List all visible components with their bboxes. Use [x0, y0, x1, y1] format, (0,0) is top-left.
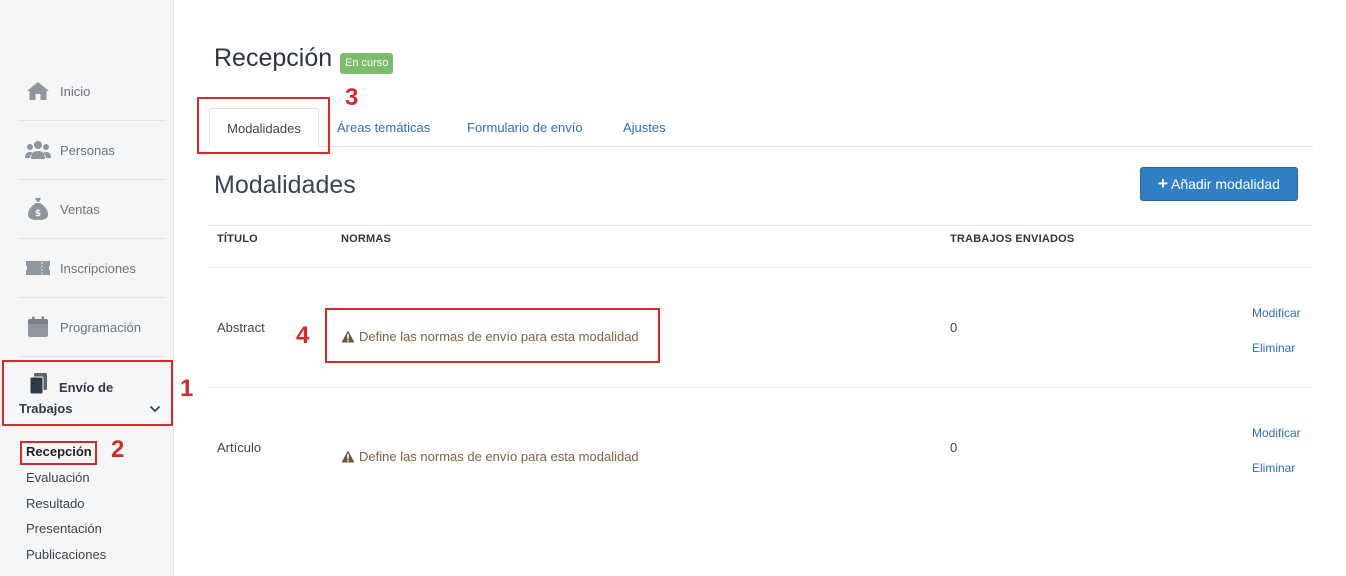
sidebar-subitem-resultado[interactable]: Resultado	[26, 496, 85, 511]
sidebar-item-label: Inicio	[60, 83, 91, 99]
edit-link[interactable]: Modificar	[1252, 306, 1301, 320]
sidebar-item-inicio[interactable]: Inicio	[18, 62, 166, 121]
sidebar-subitem-evaluacion[interactable]: Evaluación	[26, 470, 90, 485]
annotation-box-4	[325, 308, 660, 363]
svg-text:$: $	[35, 209, 41, 219]
annotation-box-2	[20, 441, 97, 465]
status-badge: En curso	[340, 53, 394, 74]
ticket-icon	[25, 255, 51, 281]
rules-warning-link[interactable]: Define las normas de envío para esta mod…	[341, 449, 639, 464]
sidebar-item-label: Inscripciones	[60, 260, 136, 276]
column-header-title: TÍTULO	[217, 233, 258, 245]
column-header-rules: NORMAS	[341, 233, 392, 245]
annotation-number-3: 3	[345, 84, 359, 111]
table-divider	[209, 225, 1313, 226]
delete-link[interactable]: Eliminar	[1252, 461, 1295, 475]
sidebar-item-ventas[interactable]: $ Ventas	[18, 180, 166, 239]
tab-areas-tematicas[interactable]: Áreas temáticas	[337, 108, 430, 147]
delete-link[interactable]: Eliminar	[1252, 341, 1295, 355]
annotation-box-3	[197, 97, 330, 154]
sidebar-item-personas[interactable]: Personas	[18, 121, 166, 180]
row-submissions: 0	[950, 320, 958, 335]
sidebar-item-label: Personas	[60, 142, 115, 158]
sidebar-subitem-publicaciones[interactable]: Publicaciones	[26, 547, 106, 562]
add-modality-label: Añadir modalidad	[1170, 176, 1280, 192]
users-icon	[25, 137, 51, 163]
tab-formulario-de-envio[interactable]: Formulario de envío	[467, 108, 583, 147]
money-bag-icon: $	[25, 196, 51, 222]
row-submissions: 0	[950, 440, 958, 455]
annotation-box-1	[2, 360, 173, 426]
annotation-number-2: 2	[111, 436, 125, 463]
page-title: Recepción	[214, 44, 333, 72]
home-icon	[25, 78, 51, 104]
plus-icon: +	[1158, 174, 1168, 193]
warning-icon	[341, 450, 355, 463]
sidebar-item-inscripciones[interactable]: Inscripciones	[18, 239, 166, 298]
row-title: Artículo	[217, 440, 262, 455]
edit-link[interactable]: Modificar	[1252, 426, 1301, 440]
sidebar-item-label: Ventas	[60, 201, 100, 217]
sidebar-subitem-presentacion[interactable]: Presentación	[26, 521, 102, 536]
rules-warning-text: Define las normas de envío para esta mod…	[359, 449, 639, 464]
annotation-number-1: 1	[180, 375, 194, 402]
row-title: Abstract	[217, 320, 265, 335]
section-title: Modalidades	[214, 171, 356, 199]
annotation-number-4: 4	[296, 322, 310, 349]
sidebar: Inicio Personas $ Ventas Inscripciones P…	[0, 0, 174, 576]
add-modality-button[interactable]: + Añadir modalidad	[1140, 167, 1298, 201]
column-header-submissions: TRABAJOS ENVIADOS	[950, 233, 1075, 245]
sidebar-item-label: Programación	[60, 319, 141, 335]
calendar-icon	[25, 314, 51, 340]
table-divider	[209, 387, 1313, 388]
tab-ajustes[interactable]: Ajustes	[623, 108, 666, 147]
table-divider	[209, 267, 1313, 268]
sidebar-item-programacion[interactable]: Programación	[18, 298, 166, 357]
